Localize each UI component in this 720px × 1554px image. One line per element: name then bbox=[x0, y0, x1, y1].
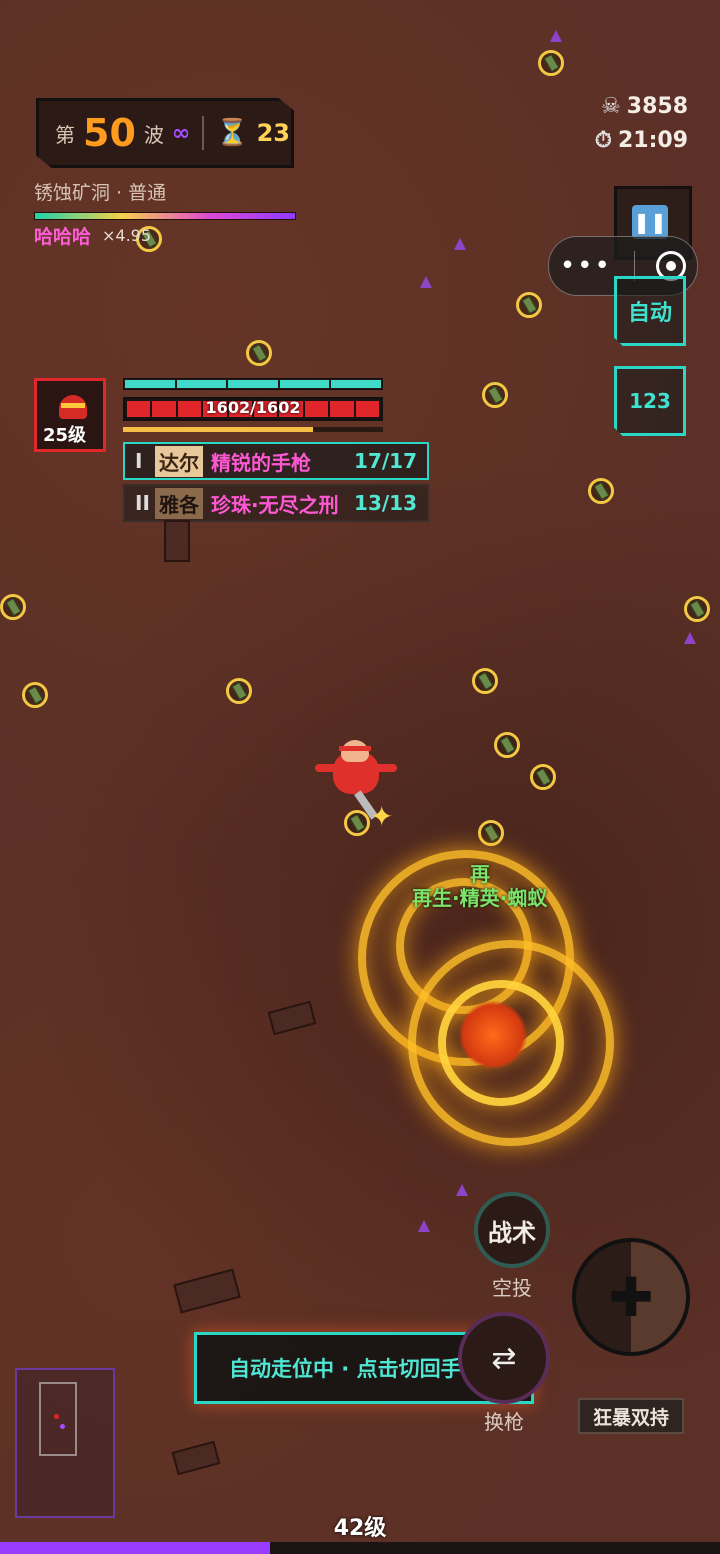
minimap-target-marker bbox=[60, 1424, 65, 1429]
bottom-xp-fill bbox=[0, 1542, 270, 1554]
skull-icon: ☠ bbox=[601, 94, 621, 119]
coin-pickup bbox=[516, 292, 542, 318]
wave-suffix: 波 bbox=[143, 122, 164, 147]
tactic-button[interactable]: 战术 bbox=[474, 1192, 550, 1268]
minimap[interactable] bbox=[15, 1368, 115, 1518]
score-multiplier: ×4.95 bbox=[102, 226, 152, 245]
hero-headband bbox=[339, 746, 371, 751]
weapon-index: I bbox=[135, 449, 143, 473]
pause-button[interactable]: ❚❚ bbox=[632, 205, 668, 239]
coin-pickup bbox=[472, 668, 498, 694]
barrier-decoration bbox=[164, 520, 190, 562]
hint-text: 自动走位中 · 点击切回手动 bbox=[229, 1357, 483, 1381]
crystal-decoration bbox=[418, 1220, 430, 1232]
swap-icon: ⇄ bbox=[491, 1340, 517, 1376]
weapon-name: 精锐的手枪 bbox=[211, 450, 311, 475]
player-avatar[interactable]: 25级 bbox=[34, 378, 106, 452]
elapsed-time: 21:09 bbox=[617, 128, 688, 153]
divider bbox=[202, 116, 205, 150]
crystal-decoration bbox=[456, 1184, 468, 1196]
more-icon[interactable]: ••• bbox=[560, 251, 612, 281]
weapon-ammo: 17/17 bbox=[354, 449, 417, 473]
coin-pickup bbox=[0, 594, 26, 620]
floating-combat-text: 再生·精英·蜘蚁 bbox=[412, 886, 548, 910]
coin-pickup bbox=[494, 732, 520, 758]
coin-pickup bbox=[22, 682, 48, 708]
player-xp-fill bbox=[123, 427, 313, 432]
kill-counter: ☠ 3858 bbox=[601, 94, 688, 119]
weapon-owner-tag: 达尔 bbox=[155, 445, 203, 477]
crystal-decoration bbox=[454, 238, 466, 250]
weapon-owner-tag: 雅各 bbox=[155, 487, 203, 519]
airdrop-label: 空投 bbox=[492, 1276, 532, 1300]
wave-panel: 第 50 波 ∞ ⏳ 23 bbox=[36, 98, 294, 168]
coin-pickup bbox=[588, 478, 614, 504]
health-text: 1602/1602 bbox=[205, 398, 301, 417]
hero-head bbox=[341, 740, 369, 762]
crystal-decoration bbox=[684, 632, 696, 644]
minimap-player-marker bbox=[54, 1414, 59, 1419]
wave-prefix: 第 bbox=[55, 122, 75, 147]
aim-star-icon: ✦ bbox=[370, 800, 394, 833]
player-name: 哈哈哈 bbox=[34, 226, 92, 248]
weapon-slot-2[interactable]: II 雅各 珍珠·无尽之刑 13/13 bbox=[123, 484, 429, 522]
bottom-xp-bar bbox=[0, 1542, 720, 1554]
wave-timer: 23 bbox=[256, 119, 290, 147]
frenzy-dual-wield-button[interactable]: 狂暴双持 bbox=[578, 1398, 684, 1434]
auto-button[interactable]: 自动 bbox=[614, 276, 686, 346]
pause-icon: ❚❚ bbox=[633, 210, 667, 234]
weapon-index: II bbox=[135, 491, 150, 515]
swap-weapon-label: 换枪 bbox=[484, 1410, 524, 1434]
coin-pickup bbox=[684, 596, 710, 622]
player-xp-bar bbox=[123, 427, 383, 432]
zone-name: 锈蚀矿洞 · 普通 bbox=[34, 182, 167, 204]
clock-icon: ⏱ bbox=[594, 128, 612, 153]
coin-pickup bbox=[246, 340, 272, 366]
hourglass-icon: ⏳ bbox=[216, 118, 249, 148]
minimap-area bbox=[39, 1382, 77, 1456]
wave-number: 50 bbox=[83, 111, 136, 155]
number-button[interactable]: 123 bbox=[614, 366, 686, 436]
crystal-decoration bbox=[420, 276, 432, 288]
account-level: 42级 bbox=[333, 1516, 387, 1541]
plus-icon: ✚ bbox=[608, 1265, 654, 1329]
weapon-slot-1[interactable]: I 达尔 精锐的手枪 17/17 bbox=[123, 442, 429, 480]
swap-weapon-button[interactable]: ⇄ bbox=[458, 1312, 550, 1404]
skill-button[interactable]: ✚ bbox=[572, 1238, 690, 1356]
player-level: 25级 bbox=[43, 425, 87, 446]
wave-infinite-icon: ∞ bbox=[171, 120, 191, 146]
coin-pickup bbox=[538, 50, 564, 76]
time-counter: ⏱ 21:09 bbox=[595, 128, 688, 153]
crystal-decoration bbox=[550, 30, 562, 42]
weapon-name: 珍珠·无尽之刑 bbox=[211, 492, 339, 517]
weapon-ammo: 13/13 bbox=[354, 491, 417, 515]
avatar-headband bbox=[61, 403, 85, 408]
zone-progress-bar bbox=[34, 212, 296, 220]
shield-bar bbox=[123, 378, 383, 390]
coin-pickup bbox=[530, 764, 556, 790]
coin-pickup bbox=[482, 382, 508, 408]
kill-count: 3858 bbox=[626, 94, 688, 119]
explosion-effect bbox=[348, 830, 638, 1150]
coin-pickup bbox=[226, 678, 252, 704]
